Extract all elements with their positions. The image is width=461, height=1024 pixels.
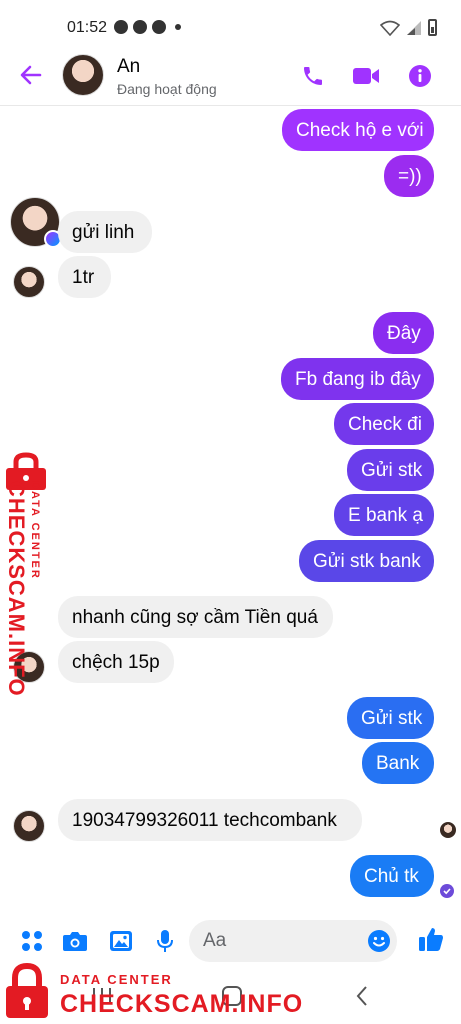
emoji-icon xyxy=(368,930,390,952)
info-icon xyxy=(409,65,431,87)
contact-name[interactable]: An xyxy=(117,56,140,78)
video-call-button[interactable] xyxy=(352,62,380,90)
camera-button[interactable] xyxy=(62,928,88,954)
watermark-big-text: CHECKSCAM.INFO xyxy=(4,481,29,697)
like-button[interactable] xyxy=(418,926,444,952)
gallery-button[interactable] xyxy=(108,928,134,954)
message-input-box[interactable] xyxy=(189,920,397,962)
back-arrow-icon xyxy=(20,65,42,85)
message-bubble-incoming[interactable]: chệch 15p xyxy=(58,641,174,683)
messenger-notification-icon xyxy=(152,20,166,34)
voice-call-button[interactable] xyxy=(299,62,327,90)
side-watermark-text: DATA CENTER CHECKSCAM.INFO xyxy=(3,481,41,697)
notification-app-icon xyxy=(114,20,128,34)
image-icon xyxy=(110,931,132,951)
message-bubble-outgoing[interactable]: Check hộ e với xyxy=(282,109,434,151)
message-bubble-outgoing[interactable]: Check đi xyxy=(334,403,434,445)
wifi-icon xyxy=(380,20,400,36)
phone-icon xyxy=(304,67,322,85)
message-bubble-outgoing[interactable]: Bank xyxy=(362,742,434,784)
back-button[interactable] xyxy=(16,60,46,90)
emoji-button[interactable] xyxy=(367,929,391,958)
like-icon xyxy=(419,928,443,951)
lock-icon xyxy=(6,962,48,1018)
apps-button[interactable] xyxy=(19,928,45,954)
microphone-icon xyxy=(157,930,173,952)
sender-avatar xyxy=(13,810,45,842)
message-bubble-incoming[interactable]: gửi linh xyxy=(58,211,152,253)
message-bubble-outgoing[interactable]: Gửi stk xyxy=(347,449,434,491)
watermark-small-text: DATA CENTER xyxy=(29,481,41,580)
seen-indicator-avatar xyxy=(440,822,456,838)
message-bubble-incoming[interactable]: 1tr xyxy=(58,256,111,298)
message-bubble-incoming[interactable]: nhanh cũng sợ cầm Tiền quá xyxy=(58,596,333,638)
message-bubble-outgoing[interactable]: Chủ tk xyxy=(350,855,434,897)
sender-avatar xyxy=(13,266,45,298)
message-input[interactable] xyxy=(203,930,353,952)
watermark-small-text: DATA CENTER xyxy=(60,972,173,987)
camera-icon xyxy=(63,932,87,951)
sent-check-icon xyxy=(440,884,454,898)
more-notifications-icon xyxy=(175,24,181,30)
battery-icon xyxy=(428,19,437,36)
message-bubble-incoming[interactable]: 19034799326011 techcombank xyxy=(58,799,362,841)
system-icons xyxy=(380,19,437,36)
back-nav-button[interactable] xyxy=(350,984,374,1008)
video-camera-icon xyxy=(353,68,379,84)
message-composer xyxy=(0,916,461,966)
message-bubble-outgoing[interactable]: =)) xyxy=(384,155,434,197)
info-button[interactable] xyxy=(406,62,434,90)
watermark-big-text: CHECKSCAM.INFO xyxy=(60,990,304,1018)
contact-status: Đang hoạt động xyxy=(117,81,217,97)
message-bubble-outgoing[interactable]: Gửi stk xyxy=(347,697,434,739)
side-watermark: DATA CENTER CHECKSCAM.INFO xyxy=(2,452,50,697)
message-bubble-outgoing[interactable]: Fb đang ib đây xyxy=(281,358,434,400)
status-time: 01:52 xyxy=(67,19,108,36)
voice-message-button[interactable] xyxy=(152,928,178,954)
message-bubble-outgoing[interactable]: Gửi stk bank xyxy=(299,540,434,582)
messenger-notification-icon xyxy=(133,20,147,34)
notification-icons xyxy=(114,20,181,34)
bottom-watermark: DATA CENTER CHECKSCAM.INFO xyxy=(4,960,304,1024)
conversation-header: An Đang hoạt động xyxy=(0,46,461,106)
apps-grid-icon xyxy=(22,931,42,951)
message-bubble-outgoing[interactable]: E bank ạ xyxy=(334,494,434,536)
back-icon xyxy=(356,986,367,1006)
message-bubble-outgoing[interactable]: Đây xyxy=(373,312,434,354)
signal-icon xyxy=(407,20,421,35)
contact-avatar[interactable] xyxy=(62,54,104,96)
status-bar: 01:52 xyxy=(0,0,461,46)
